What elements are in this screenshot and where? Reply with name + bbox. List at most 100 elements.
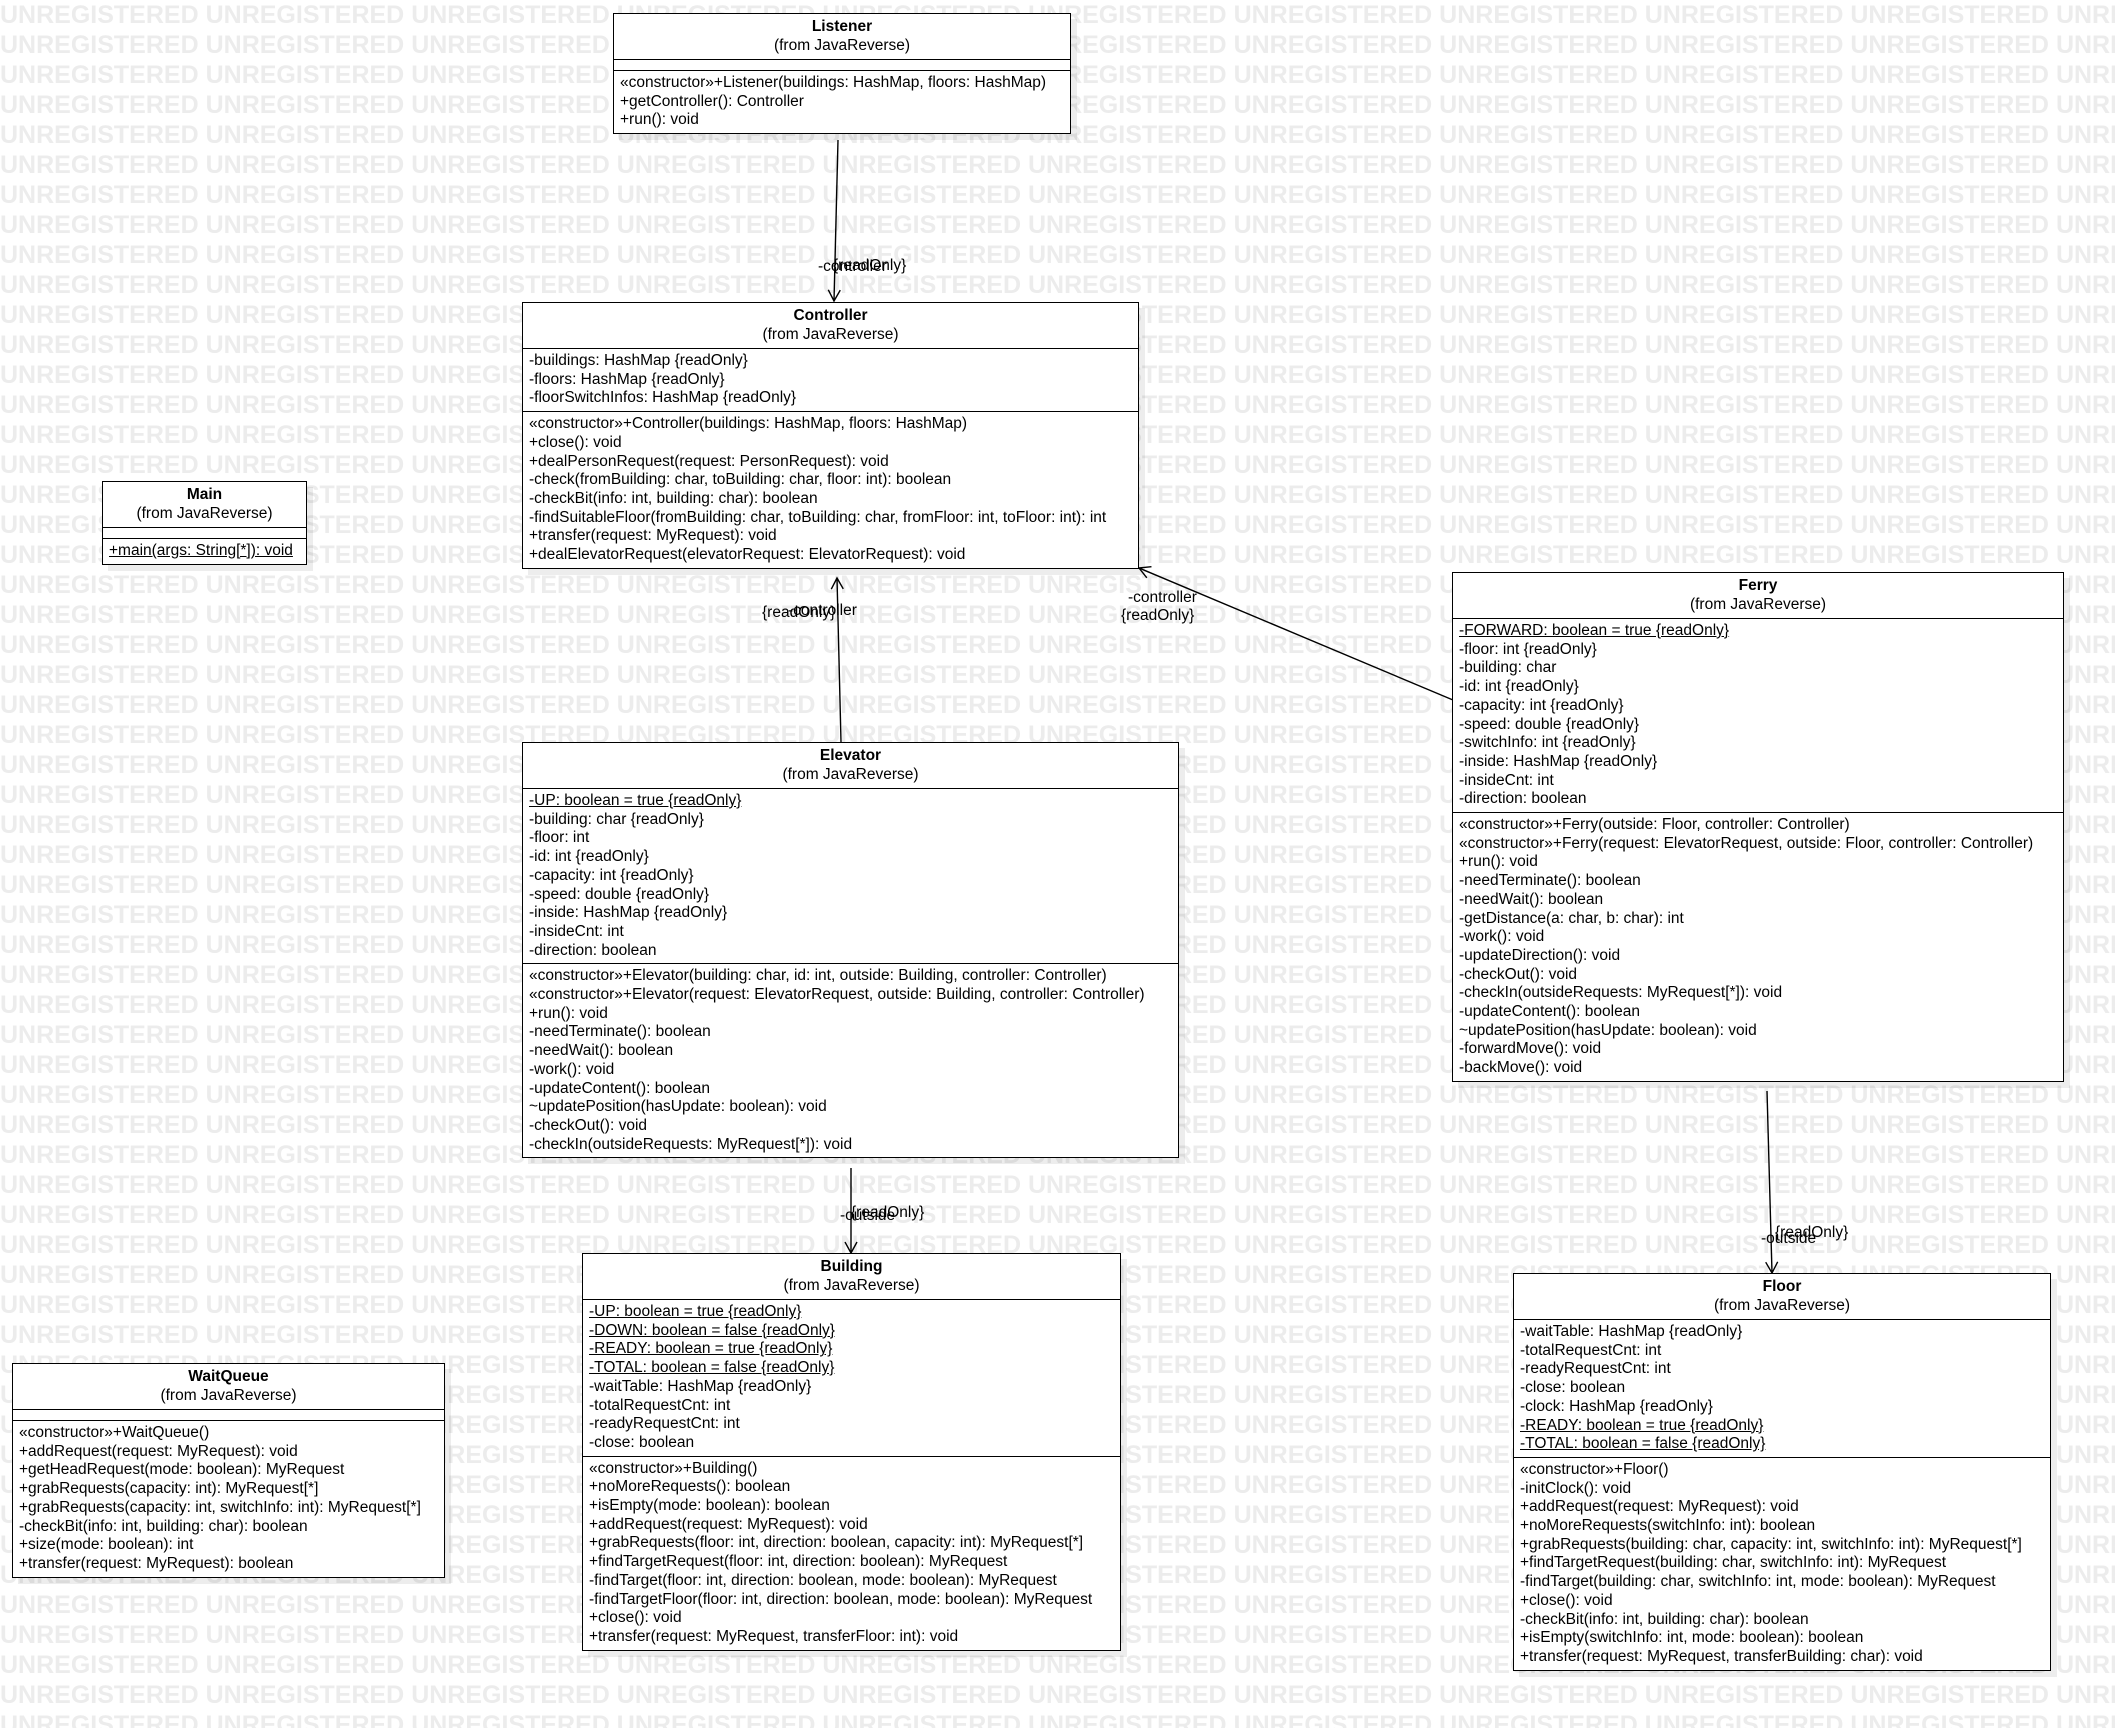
- class-waitqueue[interactable]: WaitQueue (from JavaReverse) «constructo…: [12, 1363, 445, 1578]
- operation-row: -findTarget(building: char, switchInfo: …: [1520, 1573, 1996, 1591]
- operation-row: -checkIn(outsideRequests: MyRequest[*]):…: [1459, 984, 1783, 1002]
- assoc-ferry-floor-constraint: {readOnly}: [1775, 1224, 1849, 1241]
- attribute-row: -building: char: [1459, 659, 1557, 677]
- attributes-compartment: -UP: boolean = true {readOnly} -DOWN: boo…: [583, 1300, 1120, 1456]
- operation-row: -backMove(): void: [1459, 1059, 1583, 1077]
- operation-row: -updateContent(): boolean: [529, 1079, 710, 1097]
- assoc-elevator-controller-constraint: {readOnly}: [762, 604, 836, 621]
- class-name: WaitQueue: [188, 1368, 269, 1385]
- attribute-row: -switchInfo: int {readOnly}: [1459, 734, 1636, 752]
- operations-compartment: «constructor»+Ferry(outside: Floor, cont…: [1453, 812, 2063, 1081]
- operation-row: +dealElevatorRequest(elevatorRequest: El…: [529, 546, 966, 564]
- operation-row: +noMoreRequests(): boolean: [589, 1478, 791, 1496]
- class-package: (from JavaReverse): [1713, 1297, 1851, 1314]
- attribute-row: -FORWARD: boolean = true {readOnly}: [1459, 622, 1730, 639]
- operation-row: -needTerminate(): boolean: [529, 1023, 711, 1041]
- attribute-row: -waitTable: HashMap {readOnly}: [589, 1377, 812, 1395]
- class-ferry[interactable]: Ferry (from JavaReverse) -FORWARD: boole…: [1452, 572, 2064, 1082]
- attribute-row: -inside: HashMap {readOnly}: [529, 904, 728, 922]
- attribute-row: -building: char {readOnly}: [529, 810, 704, 828]
- operation-row: «constructor»+Floor(): [1520, 1460, 1669, 1478]
- assoc-ferry-controller-role: -controller: [1128, 589, 1197, 606]
- operation-row: +findTargetRequest(building: char, switc…: [1520, 1554, 1947, 1572]
- operation-row: -checkBit(info: int, building: char): bo…: [1520, 1610, 1809, 1628]
- class-main[interactable]: Main (from JavaReverse) +main(args: Stri…: [102, 481, 307, 565]
- class-controller[interactable]: Controller (from JavaReverse) -buildings…: [522, 302, 1139, 569]
- operations-compartment: «constructor»+Floor() -initClock(): void +…: [1514, 1456, 2050, 1670]
- operation-row: +run(): void: [620, 111, 699, 129]
- operation-row: -check(fromBuilding: char, toBuilding: c…: [529, 471, 952, 489]
- class-package: (from JavaReverse): [762, 326, 899, 343]
- attribute-row: -id: int {readOnly}: [529, 848, 649, 866]
- operation-row: «constructor»+WaitQueue(): [19, 1424, 210, 1441]
- operations-compartment: «constructor»+Controller(buildings: Hash…: [523, 411, 1138, 568]
- operation-row: +transfer(request: MyRequest, transferFl…: [589, 1627, 959, 1645]
- operation-row: -needTerminate(): boolean: [1459, 872, 1641, 890]
- operation-row: -updateDirection(): void: [1459, 946, 1621, 964]
- operation-row: -findSuitableFloor(fromBuilding: char, t…: [529, 508, 1107, 526]
- operation-row: +run(): void: [529, 1004, 608, 1022]
- operation-row: -checkOut(): void: [1459, 965, 1578, 983]
- class-building[interactable]: Building (from JavaReverse) -UP: boolean…: [582, 1253, 1121, 1651]
- operation-row: +transfer(request: MyRequest): boolean: [19, 1554, 294, 1572]
- class-name: Building: [820, 1258, 883, 1275]
- operation-row: -initClock(): void: [1520, 1479, 1632, 1497]
- attribute-row: -insideCnt: int: [529, 922, 624, 940]
- class-package: (from JavaReverse): [773, 37, 911, 54]
- operation-row: -findTargetFloor(floor: int, direction: …: [589, 1590, 1093, 1608]
- operation-row: «constructor»+Ferry(request: ElevatorReq…: [1459, 834, 2034, 852]
- attributes-compartment: [103, 528, 306, 538]
- class-listener[interactable]: Listener (from JavaReverse) «constructor…: [613, 13, 1071, 135]
- attributes-compartment: -buildings: HashMap {readOnly} -floors: H…: [523, 349, 1138, 411]
- attribute-row: -speed: double {readOnly}: [1459, 715, 1640, 733]
- operation-row: +transfer(request: MyRequest, transferBu…: [1520, 1647, 1923, 1665]
- operation-row: +run(): void: [1459, 853, 1538, 871]
- operation-row: +transfer(request: MyRequest): void: [529, 527, 777, 545]
- class-name: Main: [186, 486, 223, 503]
- class-package: (from JavaReverse): [160, 1387, 297, 1404]
- operation-row: +grabRequests(building: char, capacity: …: [1520, 1535, 2022, 1553]
- class-floor[interactable]: Floor (from JavaReverse) -waitTable: Has…: [1513, 1273, 2051, 1671]
- operations-compartment: «constructor»+Elevator(building: char, i…: [523, 963, 1178, 1157]
- operation-row: +grabRequests(capacity: int, switchInfo:…: [19, 1498, 421, 1516]
- attribute-row: -capacity: int {readOnly}: [529, 866, 694, 884]
- operation-row: -checkOut(): void: [529, 1116, 648, 1134]
- class-elevator[interactable]: Elevator (from JavaReverse) -UP: boolean…: [522, 742, 1179, 1159]
- operation-row: ~updatePosition(hasUpdate: boolean): voi…: [529, 1098, 827, 1116]
- operation-row: «constructor»+Controller(buildings: Hash…: [529, 415, 968, 433]
- operation-row: +getController(): Controller: [620, 92, 804, 110]
- attribute-row: -TOTAL: boolean = false {readOnly}: [1520, 1435, 1766, 1453]
- operation-row: -findTarget(floor: int, direction: boole…: [589, 1571, 1057, 1589]
- attribute-row: -UP: boolean = true {readOnly}: [529, 792, 742, 809]
- class-name: Listener: [811, 18, 873, 35]
- operation-row: +isEmpty(switchInfo: int, mode: boolean)…: [1520, 1629, 1864, 1647]
- attribute-row: -UP: boolean = true {readOnly}: [589, 1303, 802, 1320]
- operations-compartment: «constructor»+Building() +noMoreRequests(…: [583, 1455, 1120, 1650]
- operation-row: -work(): void: [1459, 928, 1545, 946]
- operation-row: +dealPersonRequest(request: PersonReques…: [529, 452, 889, 470]
- attribute-row: -direction: boolean: [1459, 790, 1587, 808]
- operation-row: +grabRequests(floor: int, direction: boo…: [589, 1534, 1084, 1552]
- operation-row: -checkBit(info: int, building: char): bo…: [19, 1517, 308, 1535]
- operation-row: -needWait(): boolean: [529, 1042, 674, 1060]
- attribute-row: -clock: HashMap {readOnly}: [1520, 1397, 1713, 1415]
- attribute-row: -waitTable: HashMap {readOnly}: [1520, 1323, 1743, 1340]
- attribute-row: -speed: double {readOnly}: [529, 885, 710, 903]
- operation-row: +close(): void: [1520, 1591, 1613, 1609]
- operation-row: +findTargetRequest(floor: int, direction…: [589, 1553, 1008, 1571]
- assoc-listener-controller-constraint: {readOnly}: [833, 257, 907, 274]
- attribute-row: -insideCnt: int: [1459, 771, 1554, 789]
- attribute-row: -id: int {readOnly}: [1459, 678, 1579, 696]
- operation-row: +addRequest(request: MyRequest): void: [589, 1515, 868, 1533]
- operation-row: +addRequest(request: MyRequest): void: [1520, 1498, 1799, 1516]
- attributes-compartment: [614, 60, 1070, 70]
- attribute-row: -READY: boolean = true {readOnly}: [1520, 1416, 1764, 1434]
- operation-row: «constructor»+Listener(buildings: HashMa…: [620, 74, 1047, 91]
- attribute-row: -capacity: int {readOnly}: [1459, 696, 1624, 714]
- attribute-row: -TOTAL: boolean = false {readOnly}: [589, 1359, 835, 1377]
- class-name: Elevator: [819, 747, 882, 764]
- attributes-compartment: -waitTable: HashMap {readOnly} -totalRequ…: [1514, 1320, 2050, 1457]
- operations-compartment: «constructor»+Listener(buildings: HashMa…: [614, 70, 1070, 133]
- operation-row: +isEmpty(mode: boolean): boolean: [589, 1497, 830, 1515]
- attribute-row: -floorSwitchInfos: HashMap {readOnly}: [529, 389, 797, 407]
